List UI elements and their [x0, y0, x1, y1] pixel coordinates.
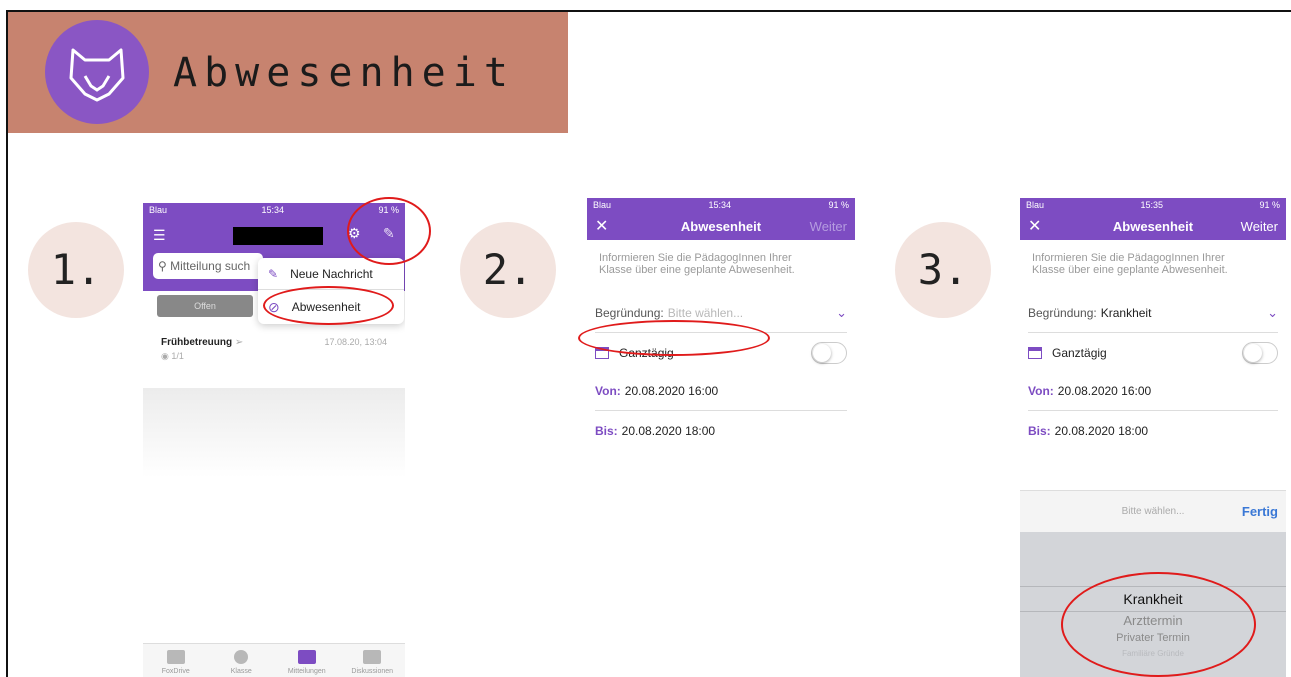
step-number-2: 2.	[460, 222, 556, 318]
page-title: Abwesenheit	[173, 50, 515, 96]
step-number-1: 1.	[28, 222, 124, 318]
tab-klasse[interactable]: Klasse	[216, 650, 266, 675]
from-field[interactable]: Von: 20.08.2020 16:00	[1028, 372, 1278, 411]
info-text: Informieren Sie die PädagogInnen Ihrer K…	[1032, 252, 1228, 276]
battery-label: 91 %	[378, 205, 399, 215]
header: Blau 15:35 91 % ✕ Abwesenheit Weiter	[1020, 198, 1286, 240]
status-bar: Blau 15:35 91 %	[1026, 200, 1280, 210]
next-button[interactable]: Weiter	[1241, 219, 1278, 234]
picker-toolbar: Bitte wählen... Fertig	[1020, 490, 1286, 532]
tab-bar: FoxDrive Klasse Mitteilungen Diskussione…	[143, 643, 405, 677]
info-text: Informieren Sie die PädagogInnen Ihrer K…	[599, 252, 795, 276]
allday-toggle[interactable]	[811, 341, 847, 364]
done-button[interactable]: Fertig	[1242, 504, 1278, 519]
menu-item-absence[interactable]: ⊘ Abwesenheit	[258, 290, 404, 324]
list-item[interactable]: Frühbetreuung ➢ 17.08.20, 13:04 ◉ 1/1	[161, 337, 401, 362]
picker-option[interactable]: Arzttermin	[1020, 613, 1286, 628]
calendar-icon	[595, 346, 609, 359]
gear-icon[interactable]: ⚙	[348, 225, 361, 242]
chevron-down-icon: ⌄	[836, 305, 847, 320]
fox-logo-icon	[45, 20, 149, 124]
chevron-down-icon: ⌄	[1267, 305, 1278, 320]
status-bar: Blau 15:34 91 %	[593, 200, 849, 210]
to-field[interactable]: Bis: 20.08.2020 18:00	[595, 411, 847, 450]
allday-row: Ganztägig	[1028, 333, 1278, 372]
prohibited-icon: ⊘	[268, 298, 280, 315]
picker-wheel[interactable]: Krankheit Arzttermin Privater Termin Fam…	[1020, 532, 1286, 677]
carrier-label: Blau	[149, 205, 168, 215]
step-number-3: 3.	[895, 222, 991, 318]
eye-icon: ◉	[161, 351, 169, 361]
picker-option-selected[interactable]: Krankheit	[1020, 591, 1286, 607]
reason-select[interactable]: Begründung: Bitte wählen... ⌄	[595, 294, 847, 333]
envelope-icon	[297, 650, 316, 664]
screenshot-absence-form: Blau 15:34 91 % ✕ Abwesenheit Weiter Inf…	[587, 198, 855, 490]
navbar: ✕ Abwesenheit Weiter	[587, 212, 855, 240]
chat-bubbles-icon	[363, 650, 382, 664]
compose-icon[interactable]: ✎	[383, 225, 395, 242]
next-button[interactable]: Weiter	[810, 219, 847, 234]
menu-icon[interactable]: ☰	[153, 227, 166, 244]
info-icon	[234, 650, 249, 664]
navbar: ✕ Abwesenheit Weiter	[1020, 212, 1286, 240]
segment-open[interactable]: Offen	[157, 295, 253, 317]
status-bar: Blau 15:34 91 %	[143, 203, 405, 217]
list-background	[143, 388, 405, 478]
title-banner: Abwesenheit	[8, 12, 568, 133]
tab-diskussionen[interactable]: Diskussionen	[347, 650, 397, 675]
edit-icon: ✎	[268, 266, 279, 281]
redacted-name	[233, 227, 323, 245]
from-field[interactable]: Von: 20.08.2020 16:00	[595, 372, 847, 411]
message-title: Frühbetreuung	[161, 337, 233, 348]
reason-select[interactable]: Begründung: Krankheit ⌄	[1028, 294, 1278, 333]
calendar-icon	[1028, 346, 1042, 359]
compose-menu: ✎ Neue Nachricht ⊘ Abwesenheit	[258, 258, 404, 324]
header: Blau 15:34 91 % ✕ Abwesenheit Weiter	[587, 198, 855, 240]
send-icon: ➢	[234, 337, 244, 348]
allday-toggle[interactable]	[1242, 341, 1278, 364]
time-label: 15:34	[261, 205, 285, 215]
menu-item-new-message[interactable]: ✎ Neue Nachricht	[258, 258, 404, 290]
allday-row: Ganztägig	[595, 333, 847, 372]
folder-icon	[166, 650, 185, 664]
screenshot-messages: Blau 15:34 91 % ☰ ⚙ ✎ ⚲ Mitteilung such …	[143, 203, 405, 677]
message-views: 1/1	[171, 351, 184, 361]
tab-mitteilungen[interactable]: Mitteilungen	[282, 650, 332, 675]
search-placeholder: Mitteilung such	[170, 259, 251, 273]
search-input[interactable]: ⚲ Mitteilung such	[153, 253, 263, 279]
message-date: 17.08.20, 13:04	[324, 337, 387, 347]
screenshot-absence-picker: Blau 15:35 91 % ✕ Abwesenheit Weiter Inf…	[1020, 198, 1286, 677]
picker-option[interactable]: Privater Termin	[1020, 632, 1286, 644]
search-icon: ⚲	[158, 259, 167, 273]
tab-foxdrive[interactable]: FoxDrive	[151, 650, 201, 675]
to-field[interactable]: Bis: 20.08.2020 18:00	[1028, 411, 1278, 450]
picker-option[interactable]: Familiäre Gründe	[1020, 649, 1286, 658]
